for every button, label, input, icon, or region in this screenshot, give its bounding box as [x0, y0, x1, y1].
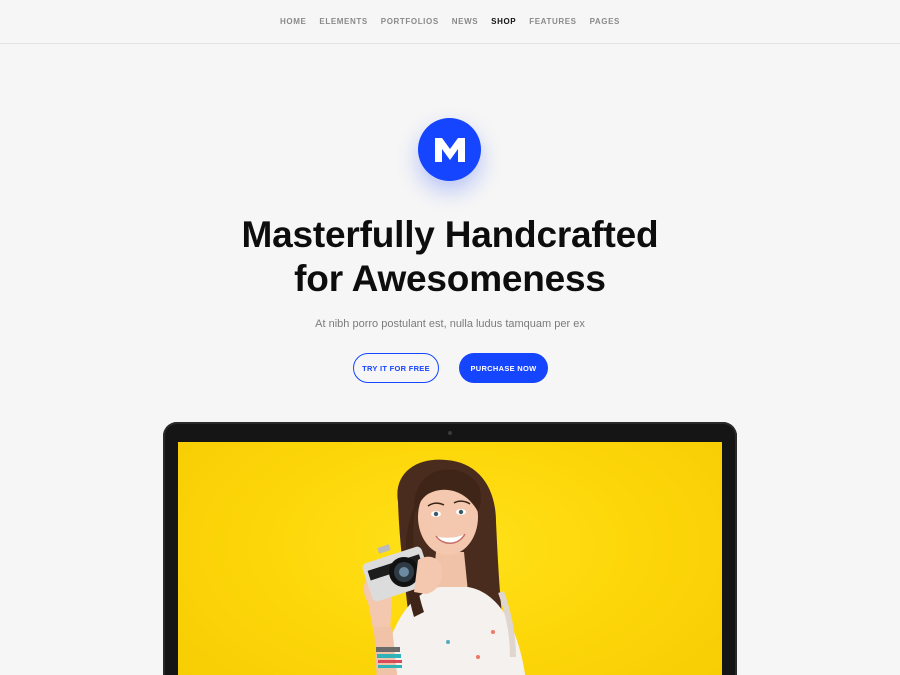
purchase-now-button[interactable]: PURCHASE NOW	[459, 353, 548, 383]
nav-item-portfolios[interactable]: PORTFOLIOS	[374, 17, 445, 26]
nav-item-pages[interactable]: PAGES	[583, 17, 626, 26]
headline-line-1: Masterfully Handcrafted	[241, 214, 659, 255]
laptop-mockup	[163, 422, 737, 675]
m-logo-icon[interactable]	[418, 118, 481, 181]
headline-line-2: for Awesomeness	[294, 258, 606, 299]
webcam-dot	[448, 431, 452, 435]
nav-item-shop[interactable]: SHOP	[485, 17, 523, 26]
top-navigation: HOME ELEMENTS PORTFOLIOS NEWS SHOP FEATU…	[0, 0, 900, 44]
hero-subtitle: At nibh porro postulant est, nulla ludus…	[315, 318, 585, 330]
try-for-free-button[interactable]: TRY IT FOR FREE	[353, 353, 439, 383]
m-logo-glyph	[434, 137, 465, 162]
nav-item-home[interactable]: HOME	[274, 17, 313, 26]
hero-photo	[362, 459, 526, 675]
laptop-screen	[178, 442, 722, 675]
hero-headline: Masterfully Handcrafted for Awesomeness	[0, 213, 900, 301]
nav-item-elements[interactable]: ELEMENTS	[313, 17, 374, 26]
nav-item-news[interactable]: NEWS	[445, 17, 484, 26]
nav-menu: HOME ELEMENTS PORTFOLIOS NEWS SHOP FEATU…	[274, 17, 627, 26]
nav-item-features[interactable]: FEATURES	[523, 17, 583, 26]
